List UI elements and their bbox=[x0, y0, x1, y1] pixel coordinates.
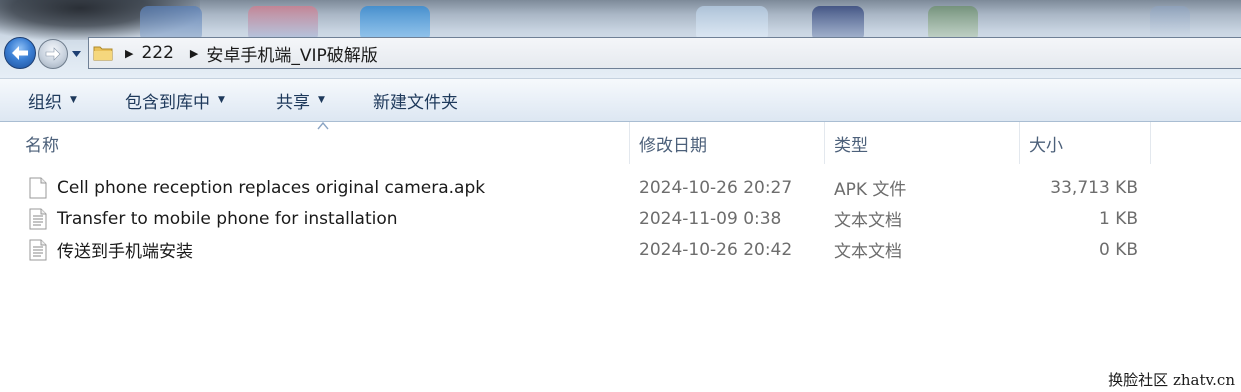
file-size: 0 KB bbox=[1098, 239, 1138, 260]
arrow-right-icon bbox=[45, 47, 61, 61]
arrow-left-icon bbox=[12, 46, 28, 60]
file-row[interactable]: Cell phone reception replaces original c… bbox=[0, 172, 1241, 203]
column-size-label: 大小 bbox=[1029, 135, 1063, 156]
sort-ascending-icon bbox=[317, 122, 329, 130]
folder-icon bbox=[93, 46, 113, 61]
explorer-window: ▶ 222 ▶ 安卓手机端_VIP破解版 组织 ▼ 包含到库中 ▼ 共享 ▼ 新… bbox=[0, 0, 1241, 392]
file-name: Transfer to mobile phone for installatio… bbox=[57, 208, 398, 229]
file-row[interactable]: 传送到手机端安装 2024-10-26 20:42 文本文档 0 KB bbox=[0, 234, 1241, 265]
include-in-library-label: 包含到库中 bbox=[125, 92, 210, 113]
text-file-icon bbox=[29, 208, 47, 230]
file-date: 2024-10-26 20:42 bbox=[639, 239, 793, 260]
file-type: APK 文件 bbox=[834, 180, 907, 200]
share-label: 共享 bbox=[276, 92, 310, 113]
column-header-type[interactable]: 类型 bbox=[824, 122, 1019, 164]
file-size: 33,713 KB bbox=[1050, 177, 1138, 198]
command-bar: 组织 ▼ 包含到库中 ▼ 共享 ▼ 新建文件夹 bbox=[0, 78, 1241, 122]
watermark: 换脸社区 zhatv.cn bbox=[1108, 371, 1235, 389]
file-row[interactable]: Transfer to mobile phone for installatio… bbox=[0, 203, 1241, 234]
file-type: 文本文档 bbox=[834, 211, 902, 231]
back-button[interactable] bbox=[4, 37, 36, 69]
new-folder-label: 新建文件夹 bbox=[373, 92, 458, 113]
chevron-down-icon bbox=[71, 51, 81, 57]
breadcrumb-separator-icon[interactable]: ▶ bbox=[190, 47, 198, 60]
file-date: 2024-11-09 0:38 bbox=[639, 208, 782, 229]
file-name: Cell phone reception replaces original c… bbox=[57, 177, 486, 198]
include-in-library-menu[interactable]: 包含到库中 ▼ bbox=[125, 79, 225, 121]
forward-button[interactable] bbox=[38, 39, 68, 69]
breadcrumb-item-current[interactable]: 安卓手机端_VIP破解版 bbox=[206, 41, 377, 66]
column-date-label: 修改日期 bbox=[639, 135, 707, 156]
column-header-size[interactable]: 大小 bbox=[1019, 122, 1150, 164]
chevron-down-icon: ▼ bbox=[70, 95, 77, 105]
breadcrumb-separator-icon[interactable]: ▶ bbox=[125, 47, 133, 60]
column-name-label: 名称 bbox=[25, 135, 59, 156]
file-date: 2024-10-26 20:27 bbox=[639, 177, 793, 198]
file-type: 文本文档 bbox=[834, 242, 902, 262]
column-header-date[interactable]: 修改日期 bbox=[629, 122, 824, 164]
share-menu[interactable]: 共享 ▼ bbox=[276, 79, 325, 121]
address-bar[interactable]: ▶ 222 ▶ 安卓手机端_VIP破解版 bbox=[88, 37, 1241, 69]
text-file-icon bbox=[29, 239, 47, 261]
chevron-down-icon: ▼ bbox=[218, 95, 225, 105]
column-divider[interactable] bbox=[1150, 122, 1151, 164]
chevron-down-icon: ▼ bbox=[318, 95, 325, 105]
new-folder-button[interactable]: 新建文件夹 bbox=[373, 79, 458, 121]
file-name: 传送到手机端安装 bbox=[57, 242, 193, 262]
column-header-row: 名称 修改日期 类型 大小 bbox=[0, 122, 1241, 164]
organize-label: 组织 bbox=[28, 92, 62, 113]
file-size: 1 KB bbox=[1098, 208, 1138, 229]
column-type-label: 类型 bbox=[834, 135, 868, 156]
recent-pages-dropdown[interactable] bbox=[70, 48, 82, 60]
blank-file-icon bbox=[29, 177, 47, 199]
organize-menu[interactable]: 组织 ▼ bbox=[28, 79, 77, 121]
breadcrumb-item-222[interactable]: 222 bbox=[141, 43, 173, 63]
